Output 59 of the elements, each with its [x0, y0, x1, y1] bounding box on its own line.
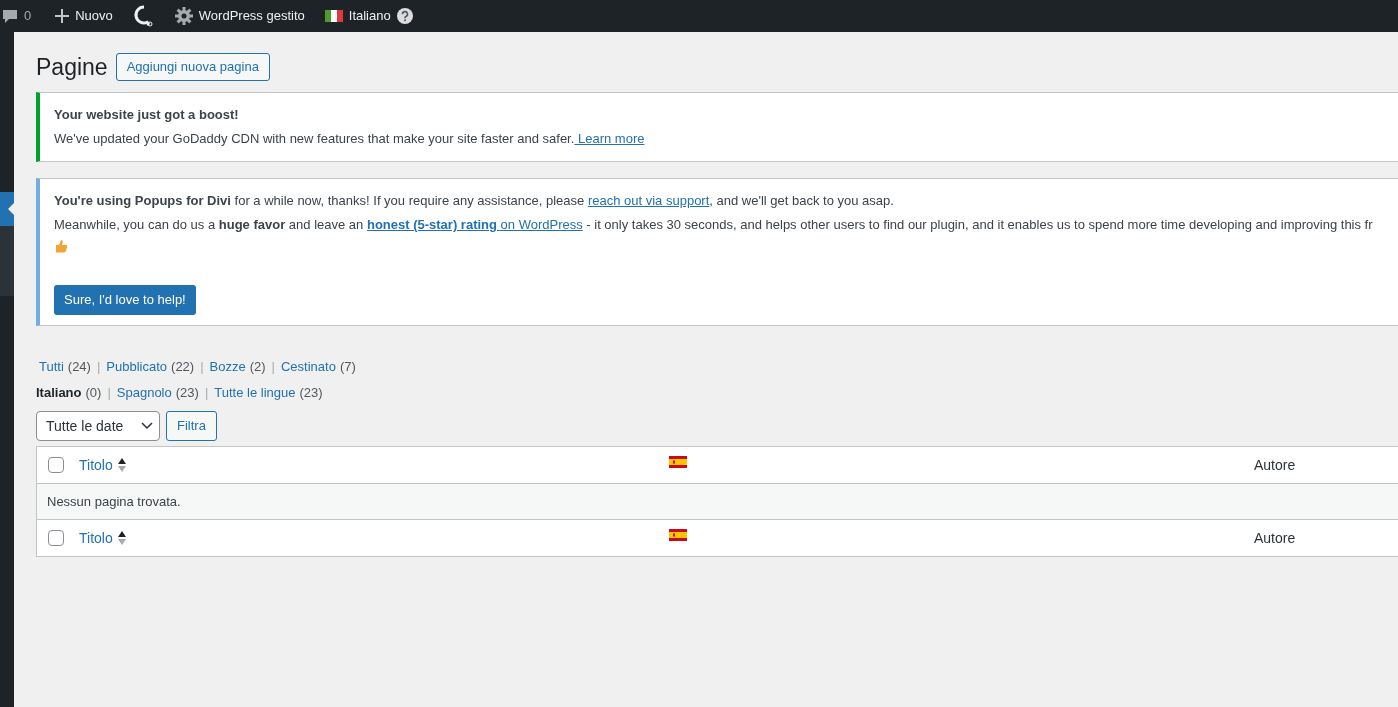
link-count: (22)	[170, 358, 195, 377]
separator: |	[270, 358, 276, 377]
notice-text: Meanwhile, you can do us a huge favor and leave an honest (5-star) rating on WordPress - it only takes 30 seconds, and helps other users to find our plugin, and it enables us to spend more time developing and improving this fr	[54, 216, 1374, 234]
admin-bar-item[interactable]: Nuovo	[45, 0, 123, 32]
date-select[interactable]: Tutte le date	[36, 411, 160, 441]
spain-flag-icon	[669, 529, 687, 541]
link-count: (7)	[338, 358, 356, 377]
link-count: (23)	[174, 384, 199, 403]
notice-link[interactable]: honest (5-star) rating on WordPress	[366, 217, 583, 232]
separator: |	[199, 358, 205, 377]
link-count: (24)	[66, 358, 91, 377]
notice-text: You're using Popups for Divi for a while now, thanks! If you require any assistance, please reach out via support, and we'll get back to you asap.	[54, 192, 895, 210]
separator: |	[95, 358, 102, 377]
admin-bar-item[interactable]: Italiano	[314, 0, 423, 32]
author-column-header: Autore	[1254, 528, 1297, 548]
filter-link[interactable]: Spagnolo	[116, 383, 172, 403]
admin-bar-label: WordPress gestito	[198, 7, 305, 26]
admin-bar-item[interactable]: WordPress gestito	[164, 0, 315, 32]
chevron-icon	[141, 422, 153, 430]
add-new-page-button[interactable]: Aggiungi nuova pagina	[115, 53, 270, 81]
filter-link[interactable]: Tutti	[39, 357, 64, 377]
spain-flag-icon	[669, 456, 687, 468]
filter-link[interactable]: Pubblicato	[106, 357, 168, 377]
admin-bar-label: Italiano	[348, 7, 391, 26]
author-column-header: Autore	[1254, 455, 1297, 475]
admin-bar-label: Nuovo	[75, 7, 113, 26]
separator: |	[106, 384, 112, 403]
filter-link[interactable]: Italiano	[36, 383, 82, 403]
filter-link[interactable]: Cestinato	[281, 357, 336, 377]
plus-icon	[55, 9, 70, 23]
loop-logo-icon	[132, 5, 155, 27]
title-column-header[interactable]: Titolo	[79, 527, 113, 549]
notice-text: We've updated your GoDaddy CDN with new features that make your site faster and safer. Learn more	[54, 130, 646, 148]
notice-link[interactable]: Learn more	[574, 131, 645, 146]
notice-text: Your website just got a boost!	[54, 106, 240, 124]
page-title: Pagine	[36, 53, 108, 82]
filter-link[interactable]: Bozze	[209, 357, 246, 377]
pointer-icon	[8, 203, 14, 215]
select-all-checkbox[interactable]	[48, 530, 64, 546]
active-menu-marker[interactable]	[0, 192, 14, 226]
title-column-header[interactable]: Titolo	[79, 454, 113, 476]
comment-icon	[2, 8, 18, 24]
filter-button[interactable]: Filtra	[166, 411, 217, 441]
italy-flag-icon	[324, 10, 343, 22]
sort-icon[interactable]	[116, 531, 127, 545]
link-count: (23)	[298, 384, 323, 403]
help-button[interactable]: Sure, I'd love to help!	[54, 285, 196, 315]
help-icon[interactable]	[396, 8, 413, 24]
submenu-panel	[0, 226, 14, 296]
select-all-checkbox[interactable]	[48, 457, 64, 473]
gear-icon	[174, 7, 193, 25]
sort-icon[interactable]	[116, 458, 127, 472]
link-count: (2)	[248, 358, 266, 377]
admin-bar-label: 0	[24, 7, 32, 26]
empty-message: Nessun pagina trovata.	[47, 492, 181, 511]
filter-link[interactable]: Tutte le lingue	[214, 383, 296, 403]
admin-bar-item[interactable]: 0	[0, 0, 46, 32]
link-count: (0)	[84, 384, 102, 403]
separator: |	[203, 384, 210, 403]
